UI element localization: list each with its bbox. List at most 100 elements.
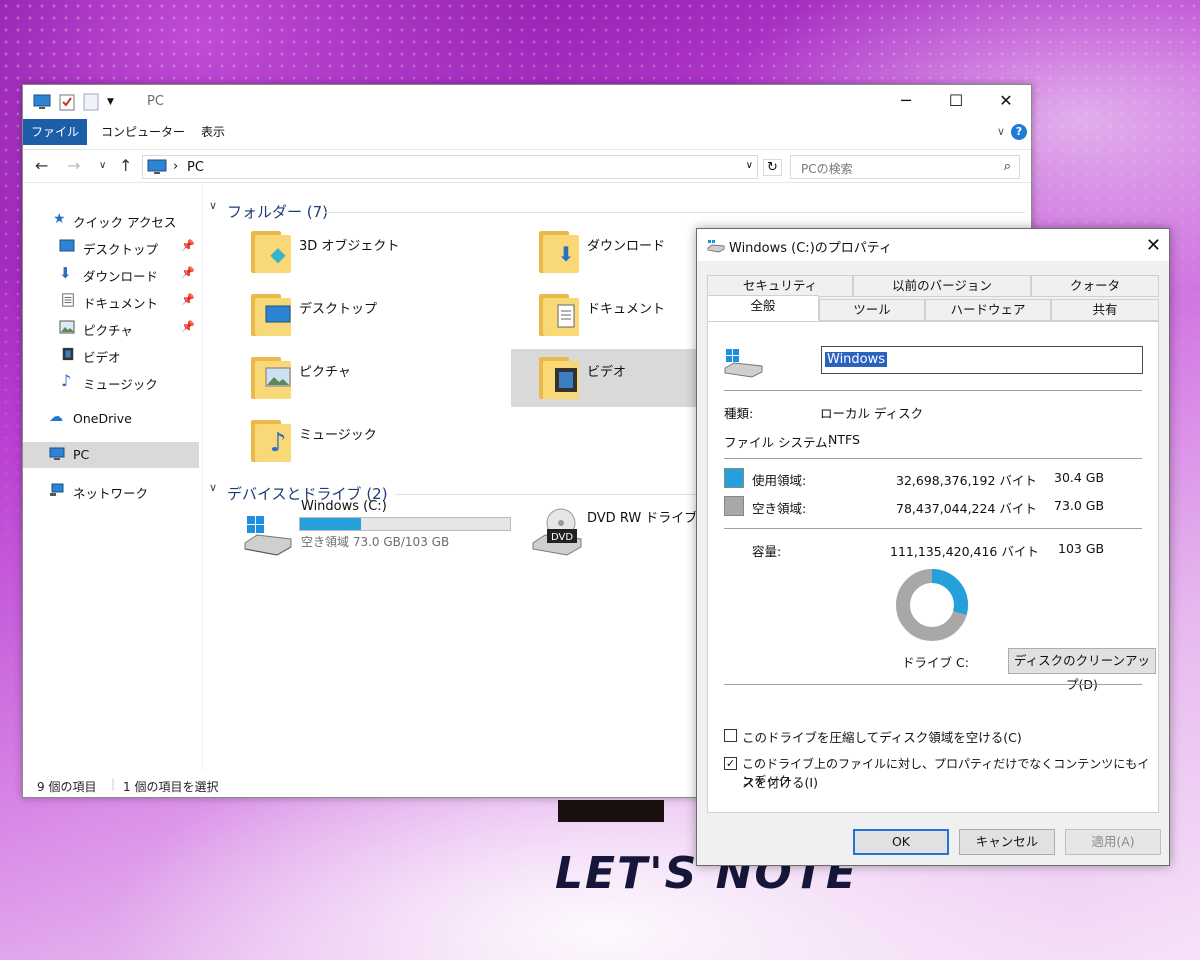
nav-label: PC: [73, 447, 90, 462]
search-icon: ⌕: [1003, 159, 1011, 174]
address-bar[interactable]: › PC ∨: [142, 155, 758, 179]
tab-sharing[interactable]: 共有: [1051, 299, 1159, 321]
index-checkbox[interactable]: ✓: [724, 757, 737, 770]
refresh-icon[interactable]: ↻: [763, 159, 782, 176]
tab-file[interactable]: ファイル: [23, 119, 87, 145]
filesystem-value: NTFS: [828, 432, 860, 447]
3d-objects-icon: ◆: [270, 242, 286, 266]
drive-c[interactable]: Windows (C:) 空き領域 73.0 GB/103 GB: [223, 499, 511, 565]
desktop-icon: [265, 304, 291, 330]
drive-letter-label: ドライブ C:: [902, 655, 969, 670]
folder-pictures[interactable]: ピクチャ: [223, 349, 503, 407]
recent-locations-icon[interactable]: ∨: [99, 160, 106, 171]
address-text: PC: [187, 160, 204, 175]
separator: [724, 684, 1142, 685]
folder-icon: ⬇: [539, 231, 581, 273]
tab-tools[interactable]: ツール: [819, 299, 925, 321]
picture-icon: [59, 320, 75, 334]
nav-download[interactable]: ⬇ ダウンロード 📌: [23, 261, 199, 287]
drive-properties-dialog: Windows (C:)のプロパティ ✕ セキュリティ 以前のバージョン クォー…: [696, 228, 1170, 866]
folder-icon: [251, 294, 293, 336]
folders-header[interactable]: フォルダー (7): [227, 201, 328, 222]
folder-label: ミュージック: [299, 428, 377, 443]
desktop-icon: [59, 239, 75, 252]
tab-previous-versions[interactable]: 以前のバージョン: [853, 275, 1031, 297]
nav-pictures[interactable]: ピクチャ 📌: [23, 315, 199, 341]
star-icon: ★: [53, 211, 66, 227]
tab-view[interactable]: 表示: [201, 119, 225, 145]
nav-quick-access[interactable]: ★ クイック アクセス: [23, 207, 199, 233]
nav-label: ネットワーク: [73, 486, 149, 501]
collapse-group-icon[interactable]: ∨: [209, 481, 217, 494]
maximize-button[interactable]: ☐: [933, 85, 979, 117]
pin-icon[interactable]: 📌: [181, 266, 195, 279]
separator: [724, 458, 1142, 459]
folder-desktop[interactable]: デスクトップ: [223, 286, 503, 344]
pin-icon[interactable]: 📌: [181, 293, 195, 306]
index-label-line2[interactable]: スを付ける(I): [742, 772, 818, 791]
collapse-group-icon[interactable]: ∨: [209, 199, 217, 212]
tab-computer[interactable]: コンピューター: [101, 119, 185, 145]
up-arrow-icon[interactable]: ↑: [119, 156, 132, 175]
folder-label: ダウンロード: [587, 239, 666, 254]
type-label: 種類:: [724, 406, 754, 421]
pc-icon[interactable]: [33, 94, 51, 110]
ribbon-tabs: ファイル コンピューター 表示 ∨ ?: [23, 119, 1031, 145]
capacity-size: 103 GB: [1058, 541, 1105, 556]
dialog-title: Windows (C:)のプロパティ: [729, 241, 892, 256]
tab-security[interactable]: セキュリティ: [707, 275, 853, 297]
cancel-button[interactable]: キャンセル: [959, 829, 1055, 855]
tab-general[interactable]: 全般: [707, 295, 819, 321]
nav-music[interactable]: ♪ ミュージック: [23, 369, 199, 395]
ok-button[interactable]: OK: [853, 829, 949, 855]
folder-label: デスクトップ: [299, 302, 378, 317]
capacity-bytes: 111,135,420,416 バイト: [890, 544, 1039, 559]
type-value: ローカル ディスク: [820, 406, 924, 421]
customize-dropdown-icon[interactable]: ▼: [107, 97, 114, 107]
tab-hardware[interactable]: ハードウェア: [925, 299, 1051, 321]
nav-label: ビデオ: [83, 350, 121, 365]
close-icon[interactable]: ✕: [1146, 235, 1161, 256]
nav-video[interactable]: ビデオ: [23, 342, 199, 368]
address-dropdown-icon[interactable]: ∨: [746, 160, 753, 171]
pin-icon[interactable]: 📌: [181, 320, 195, 333]
minimize-button[interactable]: ─: [883, 85, 929, 117]
usage-donut-chart: [896, 569, 968, 641]
back-arrow-icon[interactable]: ←: [35, 156, 48, 175]
nav-label: ピクチャ: [83, 323, 133, 338]
disk-cleanup-button[interactable]: ディスクのクリーンアップ(D): [1008, 648, 1156, 692]
expand-ribbon-icon[interactable]: ∨: [997, 125, 1005, 138]
capacity-label: 容量:: [752, 544, 782, 559]
explorer-titlebar: ▼ PC ─ ☐ ✕: [23, 85, 1031, 119]
volume-name-value: Windows: [825, 352, 888, 367]
apply-button[interactable]: 適用(A): [1065, 829, 1161, 855]
volume-name-input[interactable]: Windows: [821, 346, 1143, 374]
pc-icon: [49, 447, 65, 460]
pin-icon[interactable]: 📌: [181, 239, 195, 252]
dvd-drive-icon: DVD: [532, 508, 582, 556]
new-folder-icon[interactable]: [83, 93, 99, 111]
search-box[interactable]: PCの検索 ⌕: [790, 155, 1020, 179]
svg-text:DVD: DVD: [551, 532, 573, 543]
nav-onedrive[interactable]: ☁ OneDrive: [23, 406, 199, 432]
compress-label[interactable]: このドライブを圧縮してディスク領域を空ける(C): [742, 727, 1022, 746]
drive-usage-bar: [299, 517, 511, 531]
close-button[interactable]: ✕: [983, 85, 1029, 117]
laptop-edge: [558, 800, 664, 822]
drive-icon: [707, 240, 725, 253]
folder-3d-objects[interactable]: ◆ 3D オブジェクト: [223, 223, 503, 281]
nav-pc[interactable]: PC: [23, 442, 199, 468]
help-icon[interactable]: ?: [1011, 124, 1027, 140]
compress-checkbox[interactable]: [724, 729, 737, 742]
folder-label: ビデオ: [587, 365, 627, 380]
properties-icon[interactable]: [59, 93, 75, 111]
search-placeholder: PCの検索: [801, 162, 853, 176]
forward-arrow-icon[interactable]: →: [67, 156, 80, 175]
network-icon: [50, 483, 64, 496]
tab-quota[interactable]: クォータ: [1031, 275, 1159, 297]
nav-network[interactable]: ネットワーク: [23, 478, 199, 504]
nav-documents[interactable]: ドキュメント 📌: [23, 288, 199, 314]
nav-label: OneDrive: [73, 411, 132, 426]
nav-desktop[interactable]: デスクトップ 📌: [23, 234, 199, 260]
folder-music[interactable]: ♪ ミュージック: [223, 412, 503, 470]
